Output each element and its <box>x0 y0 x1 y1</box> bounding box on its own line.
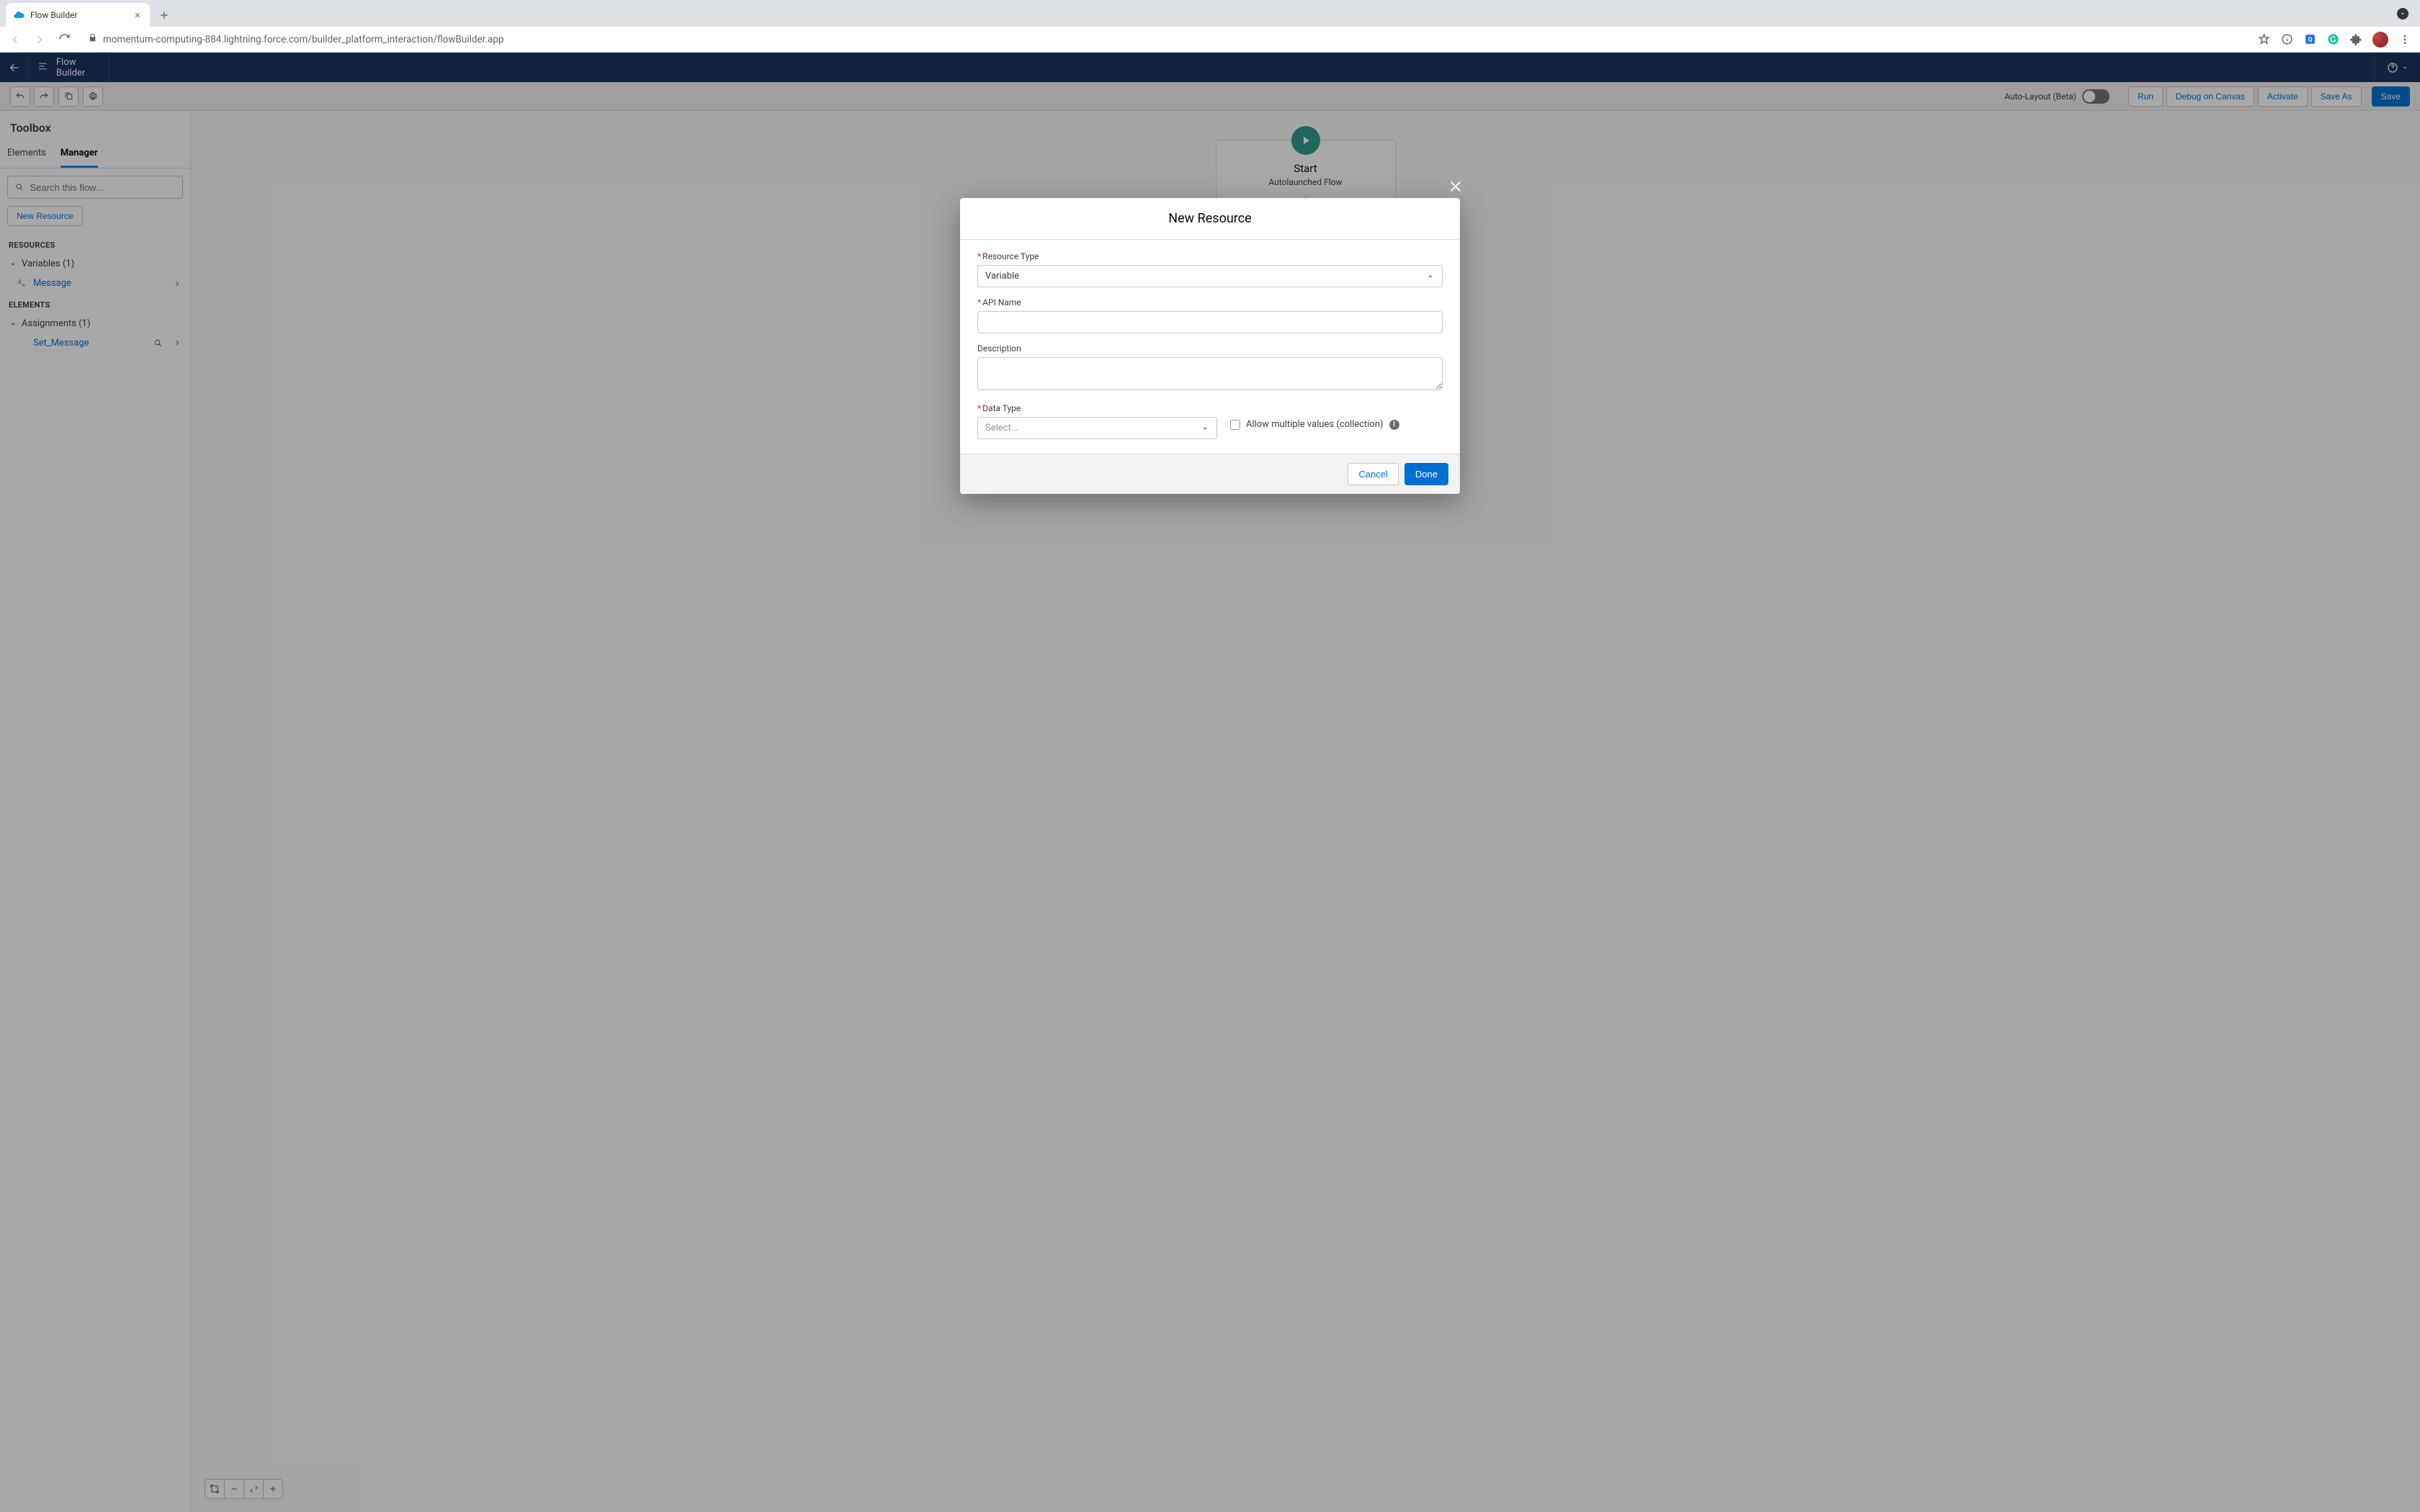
allow-multiple-checkbox-row[interactable]: Allow multiple values (collection) i <box>1230 403 1399 430</box>
allow-multiple-label: Allow multiple values (collection) <box>1246 419 1384 430</box>
resource-type-value: Variable <box>985 271 1019 282</box>
forward-icon[interactable] <box>33 33 46 46</box>
browser-tab-strip: Flow Builder <box>0 0 2420 27</box>
chevron-down-icon <box>1201 424 1209 433</box>
account-indicator-icon[interactable] <box>2397 8 2408 19</box>
lock-icon <box>88 33 97 45</box>
chevron-down-icon <box>1426 272 1435 281</box>
star-icon[interactable] <box>2257 33 2270 46</box>
modal-title: New Resource <box>960 198 1460 240</box>
close-modal-button[interactable] <box>1446 176 1466 197</box>
reload-icon[interactable] <box>58 33 71 46</box>
api-name-input[interactable] <box>977 311 1443 333</box>
description-label: Description <box>977 343 1443 354</box>
extensions-icon[interactable] <box>2349 33 2362 46</box>
modal-footer: Cancel Done <box>960 454 1460 494</box>
grammarly-icon[interactable] <box>2326 33 2339 46</box>
api-name-label: *API Name <box>977 297 1443 307</box>
info-icon[interactable] <box>2280 33 2293 46</box>
data-type-select[interactable]: Select... <box>977 417 1217 439</box>
done-button[interactable]: Done <box>1404 463 1448 485</box>
info-icon[interactable]: i <box>1389 420 1399 430</box>
svg-text:Q: Q <box>2308 36 2312 43</box>
url-path: /builder_platform_interaction/flowBuilde… <box>308 34 503 45</box>
tab-title: Flow Builder <box>30 10 127 20</box>
extension-icon[interactable]: Q <box>2303 33 2316 46</box>
browser-toolbar: momentum-computing-884.lightning.force.c… <box>0 27 2420 53</box>
allow-multiple-checkbox[interactable] <box>1230 420 1240 430</box>
cloud-icon <box>13 9 24 21</box>
extension-icons: Q <box>2257 32 2411 48</box>
resource-type-label: *Resource Type <box>977 251 1443 261</box>
close-icon[interactable] <box>133 10 143 20</box>
data-type-placeholder: Select... <box>985 423 1018 433</box>
description-textarea[interactable] <box>977 357 1443 390</box>
new-tab-button[interactable] <box>158 9 170 21</box>
menu-icon[interactable] <box>2398 33 2411 46</box>
profile-avatar[interactable] <box>2372 32 2388 48</box>
resource-type-select[interactable]: Variable <box>977 265 1443 287</box>
new-resource-modal: New Resource *Resource Type Variable *AP… <box>960 198 1460 494</box>
browser-tab[interactable]: Flow Builder <box>6 3 150 27</box>
url-bar[interactable]: momentum-computing-884.lightning.force.c… <box>82 33 2246 45</box>
back-icon[interactable] <box>9 33 22 46</box>
url-host: momentum-computing-884.lightning.force.c… <box>103 34 308 45</box>
cancel-button[interactable]: Cancel <box>1348 463 1398 485</box>
data-type-label: *Data Type <box>977 403 1217 413</box>
